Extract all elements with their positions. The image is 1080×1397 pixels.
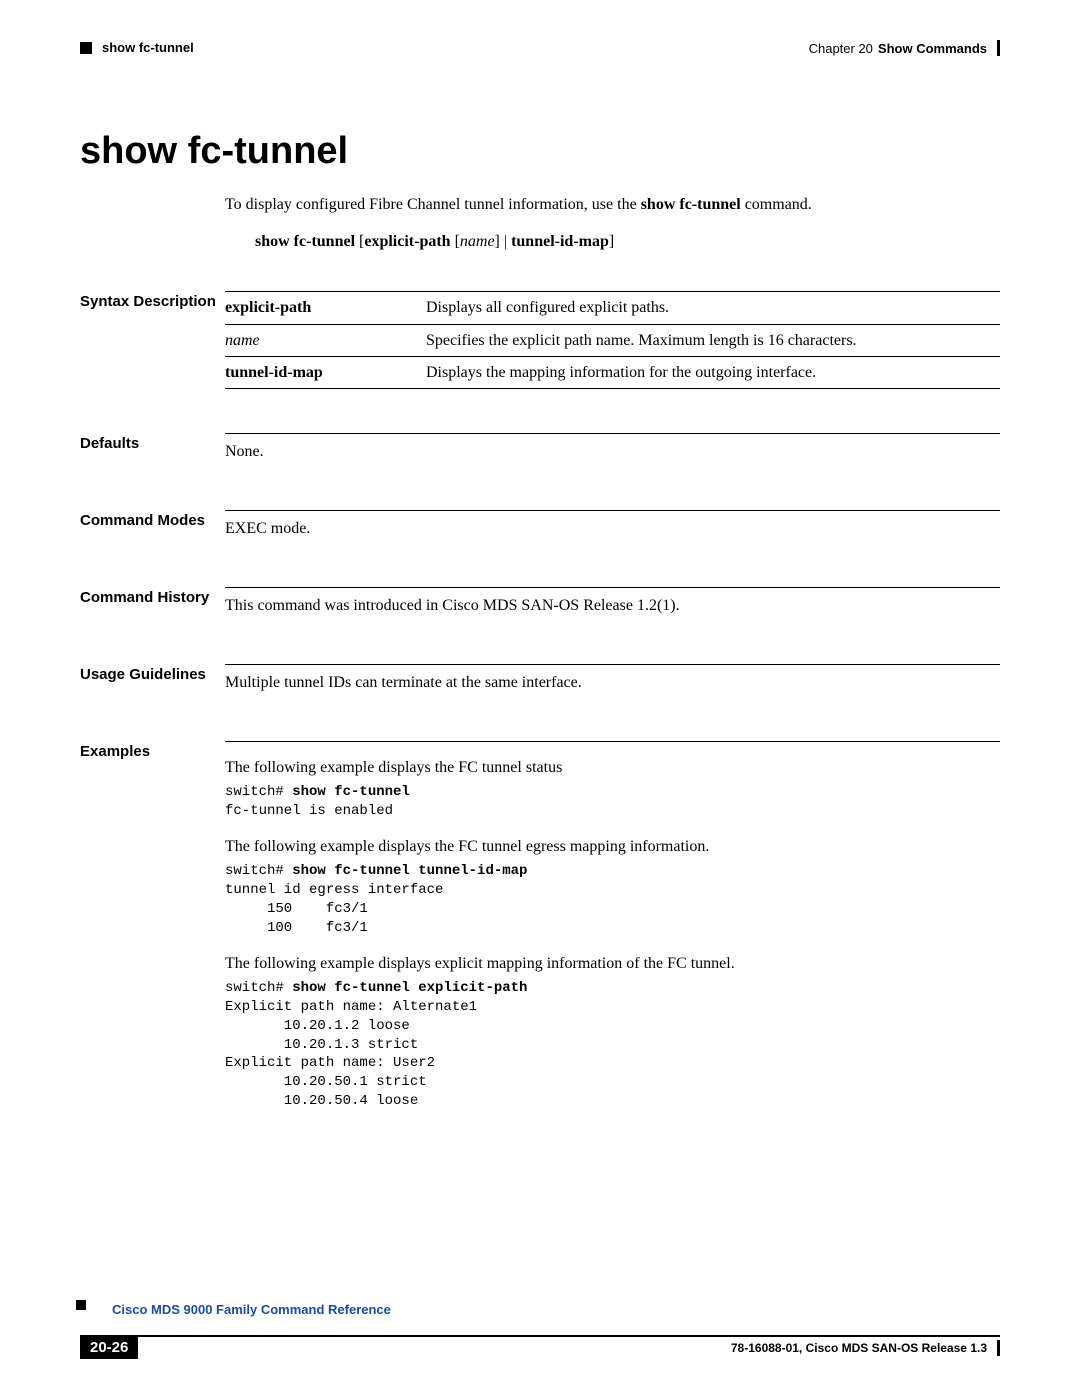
doc-id-text: 78-16088-01, Cisco MDS SAN-OS Release 1.… [731,1341,987,1355]
syntax-description-label: Syntax Description [80,291,225,313]
syntax-table: explicit-path Displays all configured ex… [225,291,1000,389]
command-modes-label: Command Modes [80,510,225,532]
command-history-label: Command History [80,587,225,609]
section-command-modes: Command Modes EXEC mode. [225,510,1000,543]
header-right: Chapter 20 Show Commands [809,40,1000,56]
syntax-end: ] [609,233,614,250]
table-row: explicit-path Displays all configured ex… [225,292,1000,324]
example-out: Explicit path name: Alternate1 10.20.1.2… [225,999,477,1109]
syntax-b2: ] | [495,233,512,250]
section-usage: Usage Guidelines Multiple tunnel IDs can… [225,664,1000,697]
intro-command: show fc-tunnel [641,196,741,213]
table-row: name Specifies the explicit path name. M… [225,324,1000,356]
intro-paragraph: To display configured Fibre Channel tunn… [225,193,1000,216]
square-marker-icon [80,42,92,54]
term-italic: name [225,332,260,349]
page-footer: Cisco MDS 9000 Family Command Reference … [0,1317,1080,1359]
intro-text: To display configured Fibre Channel tunn… [225,196,641,213]
example-out: tunnel id egress interface 150 fc3/1 100… [225,882,443,936]
content-area: To display configured Fibre Channel tunn… [225,193,1000,1111]
example-intro: The following example displays the FC tu… [225,835,1000,858]
term-bold: explicit-path [225,299,311,316]
syntax-cmd: show fc-tunnel [255,233,355,250]
example-output: switch# show fc-tunnel tunnel-id-map tun… [225,862,1000,938]
section-syntax-description: Syntax Description explicit-path Display… [225,291,1000,389]
term-desc: Displays all configured explicit paths. [426,292,1000,324]
table-row: tunnel-id-map Displays the mapping infor… [225,356,1000,388]
footer-doc-id: 78-16088-01, Cisco MDS SAN-OS Release 1.… [731,1340,1000,1356]
syntax-kw1: explicit-path [364,233,450,250]
example-out: fc-tunnel is enabled [225,803,393,819]
header-left: show fc-tunnel [80,40,194,55]
defaults-label: Defaults [80,433,225,455]
intro-tail: command. [741,196,812,213]
syntax-sp: [ [451,233,460,250]
chapter-title: Show Commands [878,41,987,56]
example-intro: The following example displays explicit … [225,952,1000,975]
examples-label: Examples [80,741,225,763]
term-desc: Displays the mapping information for the… [426,356,1000,388]
prompt: switch# [225,980,292,996]
syntax-line: show fc-tunnel [explicit-path [name] | t… [255,230,1000,253]
prompt: switch# [225,863,292,879]
chapter-label: Chapter 20 [809,41,873,56]
page-header: show fc-tunnel Chapter 20 Show Commands [80,40,1000,70]
syntax-b1: [ [355,233,364,250]
page-container: show fc-tunnel Chapter 20 Show Commands … [0,0,1080,1397]
command-history-body: This command was introduced in Cisco MDS… [225,587,1000,620]
vertical-bar-icon [997,1340,1000,1356]
section-examples: Examples The following example displays … [225,741,1000,1111]
example-output: switch# show fc-tunnel explicit-path Exp… [225,979,1000,1111]
page-number: 20-26 [80,1337,138,1359]
term-desc: Specifies the explicit path name. Maximu… [426,324,1000,356]
example-cmd: show fc-tunnel explicit-path [292,980,527,996]
example-cmd: show fc-tunnel [292,784,410,800]
vertical-bar-icon [997,40,1000,56]
running-head-left: show fc-tunnel [102,40,194,55]
footer-row: 20-26 78-16088-01, Cisco MDS SAN-OS Rele… [80,1337,1000,1359]
examples-body: The following example displays the FC tu… [225,741,1000,1111]
syntax-name: name [460,233,495,250]
square-marker-icon [76,1300,86,1310]
example-output: switch# show fc-tunnel fc-tunnel is enab… [225,783,1000,821]
footer-book-title: Cisco MDS 9000 Family Command Reference [112,1302,391,1317]
section-command-history: Command History This command was introdu… [225,587,1000,620]
term-bold: tunnel-id-map [225,364,323,381]
section-defaults: Defaults None. [225,433,1000,466]
example-cmd: show fc-tunnel tunnel-id-map [292,863,527,879]
page-title: show fc-tunnel [80,130,1000,173]
defaults-body: None. [225,433,1000,466]
usage-body: Multiple tunnel IDs can terminate at the… [225,664,1000,697]
prompt: switch# [225,784,292,800]
example-intro: The following example displays the FC tu… [225,756,1000,779]
syntax-description-body: explicit-path Displays all configured ex… [225,291,1000,389]
command-modes-body: EXEC mode. [225,510,1000,543]
usage-label: Usage Guidelines [80,664,225,686]
syntax-kw2: tunnel-id-map [511,233,609,250]
